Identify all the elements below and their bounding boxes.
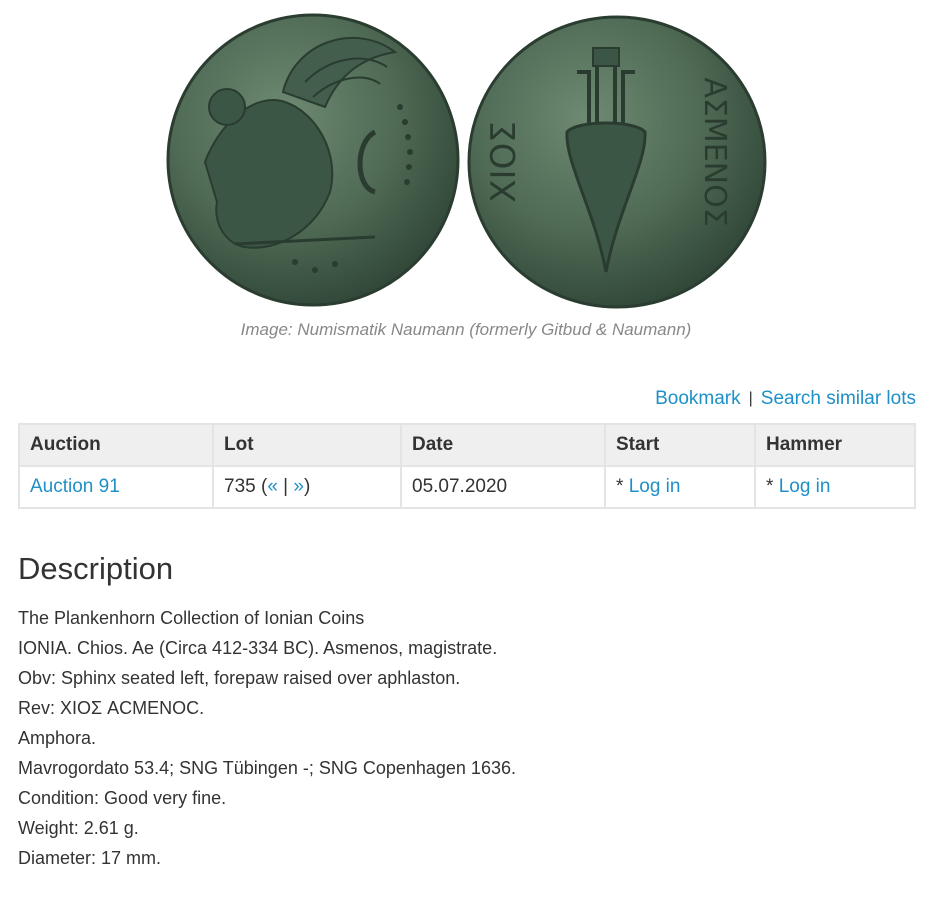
cell-hammer: * Log in: [754, 465, 916, 509]
hammer-prefix: *: [766, 476, 779, 497]
description-lines: The Plankenhorn Collection of Ionian Coi…: [18, 606, 516, 876]
auction-link[interactable]: Auction 91: [30, 476, 120, 497]
description-line: Rev: ΧΙΟΣ ACMENOC.: [18, 698, 205, 718]
cell-date: 05.07.2020: [400, 465, 606, 509]
description-line: Diameter: 17 mm.: [18, 848, 162, 868]
lot-nav-separator: |: [277, 476, 294, 497]
next-lot-link[interactable]: »: [293, 476, 304, 497]
description-line: The Plankenhorn Collection of Ionian Coi…: [18, 608, 365, 628]
start-login-link[interactable]: Log in: [629, 476, 681, 497]
lot-actions: Bookmark | Search similar lots: [655, 388, 916, 410]
description-line: Condition: Good very fine.: [18, 788, 227, 808]
actions-separator: |: [748, 390, 753, 407]
bookmark-link[interactable]: Bookmark: [655, 388, 741, 409]
header-date: Date: [400, 423, 606, 467]
description-title: Description: [18, 551, 174, 586]
description-line: Weight: 2.61 g.: [18, 818, 139, 838]
description-line: Mavrogordato 53.4; SNG Tübingen -; SNG C…: [18, 758, 516, 778]
cell-lot: 735 (« | »): [212, 465, 402, 509]
header-start: Start: [604, 423, 756, 467]
description-line: IONIA. Chios. Ae (Circa 412-334 BC). Asm…: [18, 638, 498, 658]
header-hammer: Hammer: [754, 423, 916, 467]
header-lot: Lot: [212, 423, 402, 467]
obverse-coin: [166, 13, 460, 307]
reverse-legend-left: ΧΙΟΣ: [484, 121, 524, 203]
start-prefix: *: [616, 476, 629, 497]
hammer-login-link[interactable]: Log in: [779, 476, 831, 497]
search-similar-lots-link[interactable]: Search similar lots: [761, 388, 916, 409]
coin-image: ΧΙΟΣ ΑΣΜΕΝΟΣ: [166, 13, 767, 309]
image-caption: Image: Numismatik Naumann (formerly Gitb…: [240, 320, 692, 339]
description-line: Obv: Sphinx seated left, forepaw raised …: [18, 668, 461, 688]
table-row: Auction 91 735 (« | ») 05.07.2020 * Log …: [18, 465, 916, 509]
lot-number: 735: [224, 476, 256, 497]
cell-auction: Auction 91: [18, 465, 214, 509]
cell-start: * Log in: [604, 465, 756, 509]
lot-paren-close: ): [303, 476, 311, 497]
reverse-legend-right: ΑΣΜΕΝΟΣ: [697, 77, 732, 226]
header-auction: Auction: [18, 423, 214, 467]
previous-lot-link[interactable]: «: [267, 476, 278, 497]
lot-table: Auction Lot Date Start Hammer Auction 91…: [18, 423, 916, 509]
reverse-coin: ΧΙΟΣ ΑΣΜΕΝΟΣ: [467, 15, 767, 309]
table-header-row: Auction Lot Date Start Hammer: [18, 423, 916, 467]
description-line: Amphora.: [18, 728, 97, 748]
